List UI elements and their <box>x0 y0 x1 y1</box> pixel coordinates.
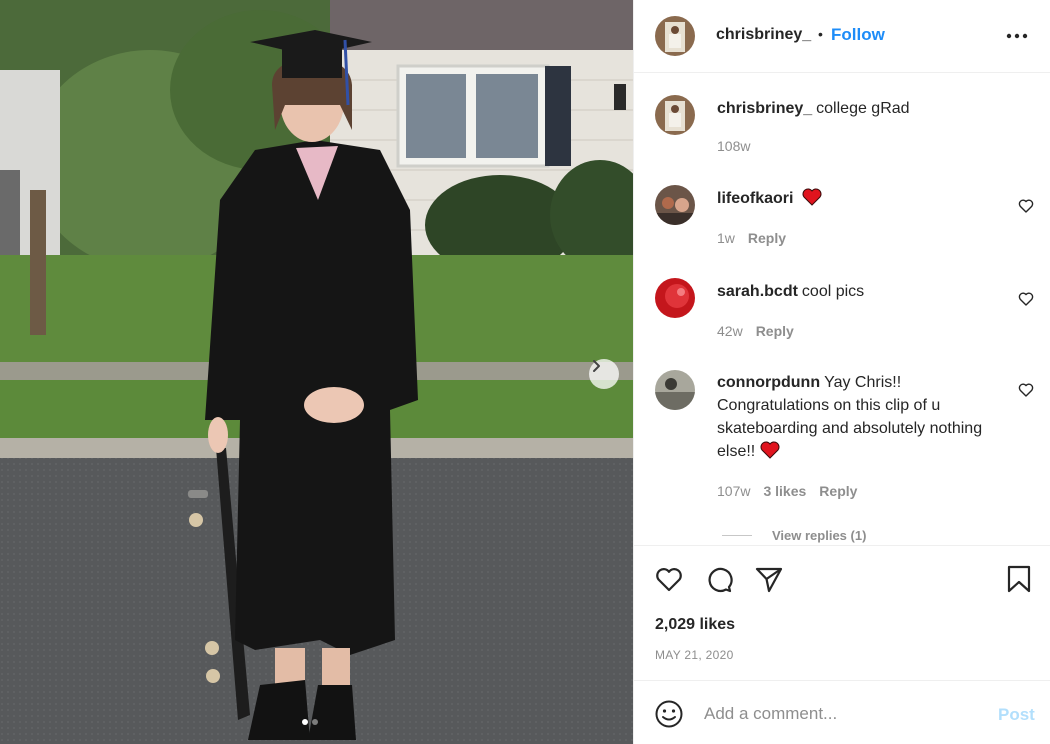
reply-button[interactable]: Reply <box>819 483 857 499</box>
follow-button[interactable]: Follow <box>831 25 885 45</box>
post-date[interactable]: MAY 21, 2020 <box>655 648 734 662</box>
carousel-dot-1 <box>302 719 308 725</box>
more-icon[interactable] <box>1004 26 1030 46</box>
caption-meta: 108w <box>717 138 750 154</box>
chevron-right-icon <box>593 360 600 372</box>
avatar-image <box>655 95 695 135</box>
red-heart-emoji <box>760 441 780 459</box>
caption-text: chrisbriney_ college gRad <box>717 97 1017 120</box>
like-comment-heart-icon[interactable] <box>1018 382 1034 398</box>
carousel-dot-2 <box>312 719 318 725</box>
author-avatar[interactable] <box>655 16 695 56</box>
post-comment-button[interactable]: Post <box>998 705 1035 725</box>
heart-icon[interactable] <box>654 564 684 594</box>
header-separator: • <box>818 26 823 42</box>
comment-text: lifeofkaori <box>717 187 1017 210</box>
carousel-next-button[interactable] <box>589 359 619 389</box>
view-replies-button[interactable]: View replies (1) <box>722 528 866 543</box>
carousel-indicator <box>302 719 318 725</box>
reply-button[interactable]: Reply <box>748 230 786 246</box>
view-replies-label: View replies (1) <box>772 528 867 543</box>
like-count[interactable]: 2,029 likes <box>655 616 735 634</box>
comment-age: 1w <box>717 230 735 246</box>
red-heart-emoji <box>802 188 822 206</box>
post-details-panel: chrisbriney_ • Follow chrisbriney_ colleg… <box>633 0 1050 744</box>
comment-age: 107w <box>717 483 751 499</box>
caption-age: 108w <box>717 138 751 154</box>
bookmark-icon[interactable] <box>1004 564 1034 594</box>
comment-meta: 1w Reply <box>717 230 786 246</box>
caption-avatar[interactable] <box>655 95 695 135</box>
avatar-image <box>655 370 695 410</box>
photo-image <box>0 0 633 744</box>
comment-icon[interactable] <box>704 564 734 594</box>
comments-list[interactable]: chrisbriney_ college gRad 108w lifeofkaor… <box>634 73 1050 545</box>
avatar-image <box>655 185 695 225</box>
comment-username[interactable]: sarah.bcdt <box>717 283 798 300</box>
comment-like-count[interactable]: 3 likes <box>763 483 806 499</box>
comment-input[interactable] <box>704 701 984 727</box>
like-comment-heart-icon[interactable] <box>1018 291 1034 307</box>
commenter-avatar[interactable] <box>655 185 695 225</box>
avatar-image <box>655 16 695 56</box>
author-username[interactable]: chrisbriney_ <box>716 26 811 44</box>
avatar-image <box>655 278 695 318</box>
comment-meta: 107w 3 likes Reply <box>717 483 857 499</box>
comment-text: connorpdunn Yay Chris!! Congratulations o… <box>717 371 1017 463</box>
comment-body: cool pics <box>801 283 865 300</box>
emoji-icon[interactable] <box>654 699 684 729</box>
like-comment-heart-icon[interactable] <box>1018 198 1034 214</box>
share-icon[interactable] <box>754 564 784 594</box>
commenter-avatar[interactable] <box>655 278 695 318</box>
caption-body: college gRad <box>816 100 910 117</box>
add-comment-bar: Post <box>634 680 1050 744</box>
post-photo[interactable] <box>0 0 633 744</box>
post-header: chrisbriney_ • Follow <box>634 0 1050 73</box>
commenter-avatar[interactable] <box>655 370 695 410</box>
replies-divider <box>722 535 752 536</box>
post-actions: 2,029 likes MAY 21, 2020 <box>634 545 1050 680</box>
caption-username[interactable]: chrisbriney_ <box>717 100 812 117</box>
comment-username[interactable]: lifeofkaori <box>717 190 793 207</box>
comment-username[interactable]: connorpdunn <box>717 374 820 391</box>
comment-text: sarah.bcdt cool pics <box>717 280 1017 303</box>
reply-button[interactable]: Reply <box>756 323 794 339</box>
comment-age: 42w <box>717 323 743 339</box>
comment-meta: 42w Reply <box>717 323 794 339</box>
